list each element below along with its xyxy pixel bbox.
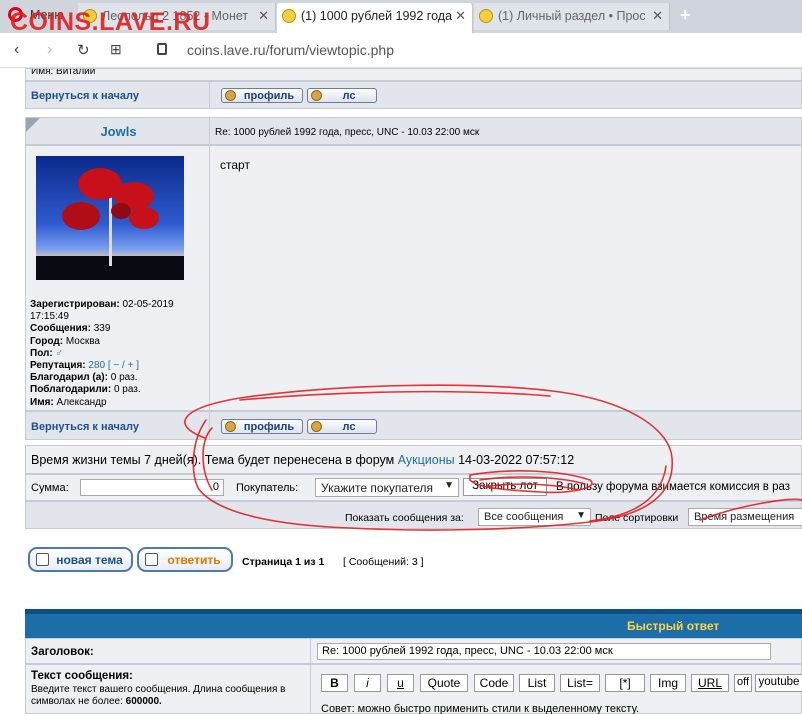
prev-post-buttons: профиль лс — [209, 81, 802, 109]
message-limit: 600000. — [125, 696, 162, 707]
subject-label-cell: Заголовок: — [25, 638, 311, 664]
subject-input[interactable]: Re: 1000 рублей 1992 года, пресс, UNC - … — [317, 643, 771, 660]
profile-button[interactable]: профиль — [221, 88, 303, 103]
post-subject: Re: 1000 рублей 1992 года, пресс, UNC - … — [215, 127, 480, 138]
chevron-down-icon: ▼ — [576, 510, 586, 521]
list-ordered-button[interactable]: List= — [560, 674, 600, 692]
youtube-button[interactable]: youtube — [755, 674, 802, 692]
reply-button[interactable]: ответить — [137, 547, 233, 572]
sum-input[interactable]: 0 — [80, 479, 224, 496]
url-button[interactable]: URL — [691, 674, 729, 692]
tab-2-active[interactable]: (1) 1000 рублей 1992 года ✕ — [277, 3, 473, 33]
img-button[interactable]: Img — [650, 674, 686, 692]
smiley-icon — [282, 9, 296, 23]
message-label-cell: Текст сообщения: Введите текст вашего со… — [25, 664, 311, 714]
quick-reply-header: Быстрый ответ — [25, 614, 802, 638]
close-tab-icon[interactable]: ✕ — [258, 8, 269, 24]
topic-move-date: 14-03-2022 07:57:12 — [458, 453, 575, 467]
profile-button[interactable]: профиль — [221, 419, 303, 434]
italic-button[interactable]: i — [354, 674, 381, 692]
pm-button[interactable]: лс — [307, 419, 377, 434]
bold-button[interactable]: B — [321, 674, 348, 692]
avatar — [36, 156, 184, 280]
post-author-cell: Jowls — [25, 117, 210, 145]
post-profile-cell: Зарегистрирован: 02-05-2019 17:15:49 Соо… — [25, 145, 210, 411]
reputation-controls[interactable]: [ − / + ] — [108, 360, 139, 371]
back-to-top-link[interactable]: Вернуться к началу — [31, 421, 139, 433]
show-period-select[interactable]: Все сообщения ▼ — [478, 508, 591, 526]
sum-label: Сумма: — [31, 482, 69, 494]
topic-life-text: Время жизни темы 7 дней(я). Тема будет п… — [31, 453, 395, 467]
list-button[interactable]: List — [519, 674, 555, 692]
lock-icon — [157, 43, 167, 55]
quick-reply-title: Быстрый ответ — [627, 619, 720, 633]
post-back-cell: Вернуться к началу — [25, 411, 210, 440]
topic-life-row: Время жизни темы 7 дней(я). Тема будет п… — [25, 445, 802, 474]
pm-button[interactable]: лс — [307, 88, 377, 103]
new-topic-button[interactable]: новая тема — [28, 547, 133, 572]
auctions-forum-link[interactable]: Аукционы — [398, 453, 455, 467]
post-subject-cell: Re: 1000 рублей 1992 года, пресс, UNC - … — [209, 117, 802, 145]
close-tab-icon[interactable]: ✕ — [455, 8, 466, 24]
new-tab-icon[interactable]: + — [680, 5, 691, 26]
subject-input-cell: Re: 1000 рублей 1992 года, пресс, UNC - … — [310, 638, 802, 664]
page-info: Страница 1 из 1 — [242, 556, 325, 568]
users-icon — [311, 421, 322, 432]
reload-icon[interactable]: ↻ — [77, 41, 90, 59]
buyer-select[interactable]: Укажите покупателя ▼ — [315, 478, 459, 497]
auction-row: Сумма: 0 Покупатель: Укажите покупателя ▼… — [25, 474, 802, 501]
code-button[interactable]: Code — [474, 674, 514, 692]
sort-row: Показать сообщения за: Все сообщения ▼ По… — [25, 501, 802, 529]
editor-cell: B i u Quote Code List List= [*] Img URL … — [310, 664, 802, 714]
message-count: [ Сообщений: 3 ] — [343, 556, 424, 568]
chevron-down-icon: ▼ — [444, 480, 454, 491]
editor-tip: Совет: можно быстро применить стили к вы… — [321, 703, 640, 714]
quote-button[interactable]: Quote — [420, 674, 468, 692]
document-icon — [36, 553, 49, 566]
show-label: Показать сообщения за: — [345, 512, 464, 524]
post-body-cell: старт — [209, 145, 802, 411]
address-bar: ‹ › ↻ ⊞ coins.lave.ru/forum/viewtopic.ph… — [0, 33, 802, 68]
sort-field-select[interactable]: Время размещения — [688, 508, 802, 526]
document-icon — [145, 553, 158, 566]
url-field[interactable]: coins.lave.ru/forum/viewtopic.php — [187, 42, 394, 58]
back-to-top-link[interactable]: Вернуться к началу — [31, 90, 139, 102]
underline-button[interactable]: u — [387, 674, 414, 692]
male-icon: ♂ — [55, 347, 64, 359]
user-icon — [225, 421, 236, 432]
off-button[interactable]: off — [734, 674, 752, 692]
buyer-label: Покупатель: — [236, 482, 299, 494]
tab-title: (1) 1000 рублей 1992 года — [301, 9, 453, 23]
post-buttons: профиль лс — [209, 411, 802, 440]
sort-label: Поле сортировки — [595, 512, 679, 524]
close-lot-button[interactable]: Закрыть лот — [463, 478, 547, 496]
author-info: Зарегистрирован: 02-05-2019 17:15:49 Соо… — [30, 299, 174, 408]
post-author[interactable]: Jowls — [26, 124, 211, 139]
tab-title: (1) Личный раздел • Прос — [498, 9, 646, 23]
post-body: старт — [220, 158, 250, 172]
commission-note: В пользу форума взимается комиссия в раз — [556, 481, 791, 493]
users-icon — [311, 90, 322, 101]
smiley-icon — [479, 9, 493, 23]
tab-3[interactable]: (1) Личный раздел • Прос ✕ — [474, 3, 670, 30]
list-item-button[interactable]: [*] — [605, 674, 645, 692]
user-icon — [225, 90, 236, 101]
prev-post-info: Имя: Виталий — [25, 68, 802, 81]
back-arrow-icon[interactable]: ‹ — [14, 41, 19, 59]
reputation-value[interactable]: 280 — [88, 360, 105, 371]
speed-dial-icon[interactable]: ⊞ — [110, 41, 122, 58]
prev-post-back-cell: Вернуться к началу — [25, 81, 210, 109]
forward-arrow-icon[interactable]: › — [47, 41, 52, 59]
close-tab-icon[interactable]: ✕ — [652, 8, 663, 24]
